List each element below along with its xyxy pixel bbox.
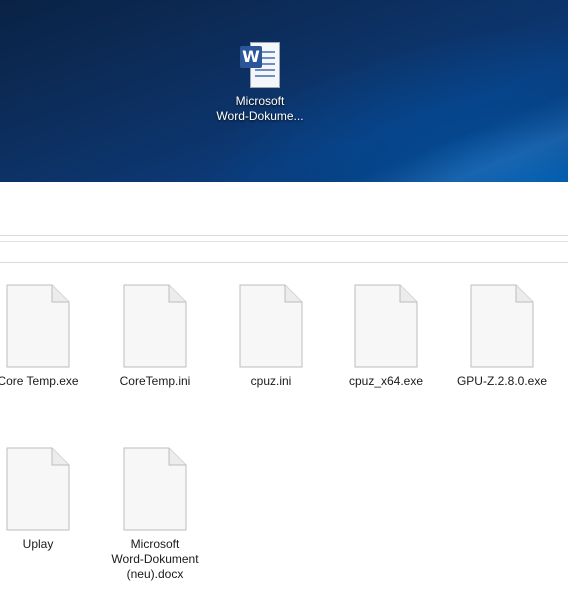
word-document-icon: W (238, 38, 282, 88)
file-label-line3: (neu).docx (126, 567, 184, 581)
toolbar-divider (0, 241, 568, 242)
file-item-uplay[interactable]: Uplay (0, 447, 88, 552)
file-explorer-content: Core Temp.exe CoreTemp.ini cpuz.ini cpuz… (0, 182, 568, 599)
file-item-core-temp-exe[interactable]: Core Temp.exe (0, 284, 88, 389)
file-label: Core Temp.exe (0, 374, 79, 388)
file-label: GPU-Z.2.8.0.exe (456, 374, 548, 388)
file-label-line2: Word-Dokument (111, 552, 199, 566)
blank-file-icon (6, 447, 70, 531)
word-badge: W (240, 46, 262, 68)
file-item-gpu-z-exe[interactable]: GPU-Z.2.8.0.exe (452, 284, 552, 389)
blank-file-icon (123, 284, 187, 368)
desktop-background: W Microsoft Word-Dokume... (0, 0, 568, 182)
blank-file-icon (239, 284, 303, 368)
file-label: cpuz_x64.exe (348, 374, 424, 388)
file-label: cpuz.ini (250, 374, 292, 388)
file-item-cpuz-ini[interactable]: cpuz.ini (221, 284, 321, 389)
blank-file-icon (354, 284, 418, 368)
header-divider (0, 262, 568, 263)
desktop-shortcut-label-line2: Word-Dokume... (216, 109, 304, 123)
file-label: CoreTemp.ini (119, 374, 191, 388)
desktop-shortcut-label: Microsoft Word-Dokume... (214, 94, 306, 124)
blank-file-icon (6, 284, 70, 368)
file-item-word-document-neu[interactable]: Microsoft Word-Dokument (neu).docx (105, 447, 205, 582)
toolbar-divider (0, 235, 568, 236)
blank-file-icon (123, 447, 187, 531)
blank-file-icon (470, 284, 534, 368)
desktop-shortcut-label-line1: Microsoft (235, 94, 285, 108)
file-label: Microsoft Word-Dokument (neu).docx (105, 537, 205, 582)
file-item-coretemp-ini[interactable]: CoreTemp.ini (105, 284, 205, 389)
file-label: Uplay (22, 537, 54, 551)
file-label-line1: Microsoft (130, 537, 180, 551)
desktop-shortcut-word-document[interactable]: W Microsoft Word-Dokume... (214, 38, 306, 124)
file-item-cpuz-x64-exe[interactable]: cpuz_x64.exe (336, 284, 436, 389)
